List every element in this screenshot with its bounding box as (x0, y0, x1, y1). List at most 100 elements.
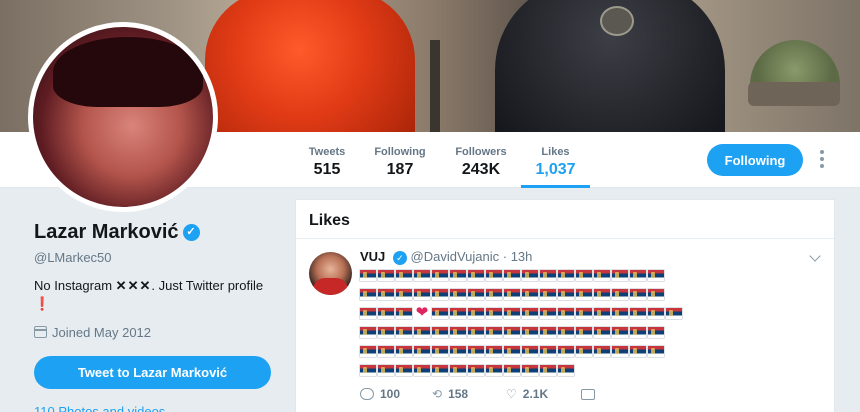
flag-row: ❤ (360, 305, 820, 323)
heart-outline-icon: ♡ (506, 387, 517, 401)
stat-label: Tweets (308, 146, 346, 158)
serbia-flag-icon (378, 346, 394, 357)
serbia-flag-icon (612, 308, 628, 319)
reply-action[interactable]: 100 (360, 387, 400, 401)
serbia-flag-icon (486, 270, 502, 281)
serbia-flag-icon (540, 346, 556, 357)
flag-row (360, 324, 820, 342)
tweet-author-handle[interactable]: @DavidVujanic (411, 249, 500, 264)
reply-icon (360, 388, 374, 400)
serbia-flag-icon (648, 270, 664, 281)
serbia-flag-icon (558, 327, 574, 338)
separator-dot: · (499, 249, 511, 264)
serbia-flag-icon (450, 327, 466, 338)
avatar-shirt (313, 278, 348, 295)
banner-figure-red-jacket (205, 0, 415, 132)
flag-row (360, 267, 820, 285)
serbia-flag-icon (594, 270, 610, 281)
tweet-to-button[interactable]: Tweet to Lazar Marković (34, 356, 271, 389)
serbia-flag-icon (576, 327, 592, 338)
serbia-flag-icon (468, 270, 484, 281)
reply-count: 100 (380, 387, 401, 401)
serbia-flag-icon (360, 365, 376, 376)
tweet-timestamp[interactable]: 13h (511, 249, 533, 264)
serbia-flag-icon (378, 289, 394, 300)
serbia-flag-icon (630, 308, 646, 319)
serbia-flag-icon (486, 327, 502, 338)
serbia-flag-icon (486, 365, 502, 376)
serbia-flag-icon (468, 308, 484, 319)
stat-value: 515 (313, 161, 341, 178)
serbia-flag-icon (396, 270, 412, 281)
stat-following[interactable]: Following 187 (373, 146, 427, 179)
flag-row (360, 343, 820, 361)
serbia-flag-icon (450, 346, 466, 357)
tweet-author-name[interactable]: VUJ (360, 249, 385, 264)
serbia-flag-icon (540, 327, 556, 338)
serbia-flag-icon (432, 270, 448, 281)
stat-tweets[interactable]: Tweets 515 (306, 146, 348, 179)
stat-value: 243K (461, 161, 501, 178)
serbia-flag-icon (648, 346, 664, 357)
serbia-flag-icon (486, 289, 502, 300)
serbia-flag-icon (396, 346, 412, 357)
calendar-icon (34, 326, 47, 338)
serbia-flag-icon (504, 346, 520, 357)
red-heart-icon: ❤ (415, 304, 429, 321)
serbia-flag-icon (396, 308, 412, 319)
photos-videos-link[interactable]: 110 Photos and videos (34, 404, 165, 412)
retweet-icon: ⟲ (432, 387, 443, 401)
flag-row (360, 286, 820, 304)
serbia-flag-icon (468, 346, 484, 357)
serbia-flag-icon (540, 365, 556, 376)
serbia-flag-icon (378, 365, 394, 376)
stat-label: Following (374, 146, 426, 158)
serbia-flag-icon (540, 270, 556, 281)
avatar[interactable] (28, 22, 218, 212)
serbia-flag-icon (558, 346, 574, 357)
serbia-flag-icon (540, 289, 556, 300)
serbia-flag-icon (486, 308, 502, 319)
serbia-flag-icon (540, 308, 556, 319)
stat-likes[interactable]: Likes 1,037 (521, 146, 590, 188)
banner-planter (748, 82, 840, 106)
verified-badge-icon: ✓ (182, 224, 200, 242)
serbia-flag-icon (360, 346, 376, 357)
serbia-flag-icon (414, 327, 430, 338)
joined-text: Joined May 2012 (52, 325, 152, 340)
profile-handle: @LMarkec50 (34, 250, 112, 265)
serbia-flag-icon (468, 327, 484, 338)
serbia-flag-icon (360, 289, 376, 300)
like-count: 2.1K (522, 387, 549, 401)
serbia-flag-icon (504, 327, 520, 338)
serbia-flag-icon (396, 327, 412, 338)
stat-followers[interactable]: Followers 243K (452, 146, 510, 179)
tweet-author-avatar[interactable] (309, 252, 352, 295)
serbia-flag-icon (630, 289, 646, 300)
following-button[interactable]: Following (707, 144, 803, 176)
bio-suffix: . Just Twitter profile (151, 278, 264, 293)
flag-row (360, 362, 820, 380)
serbia-flag-icon (378, 308, 394, 319)
retweet-action[interactable]: ⟲ 158 (432, 387, 468, 401)
likes-heading: Likes (296, 200, 834, 239)
serbia-flag-icon (504, 289, 520, 300)
serbia-flag-icon (612, 270, 628, 281)
serbia-flag-icon (432, 365, 448, 376)
serbia-flag-icon (378, 327, 394, 338)
serbia-flag-icon (504, 365, 520, 376)
banner-post (430, 40, 440, 132)
more-options-icon[interactable] (817, 150, 827, 170)
serbia-flag-icon (414, 346, 430, 357)
serbia-flag-icon (450, 289, 466, 300)
direct-message-action[interactable] (581, 387, 601, 401)
serbia-flag-icon (558, 289, 574, 300)
serbia-flag-icon (522, 289, 538, 300)
chevron-down-icon[interactable] (809, 250, 821, 262)
serbia-flag-icon (594, 346, 610, 357)
serbia-flag-icon (450, 270, 466, 281)
bio-prefix: No Instagram (34, 278, 113, 293)
serbia-flag-icon (396, 289, 412, 300)
like-action[interactable]: ♡ 2.1K (506, 387, 548, 401)
serbia-flag-icon (378, 270, 394, 281)
